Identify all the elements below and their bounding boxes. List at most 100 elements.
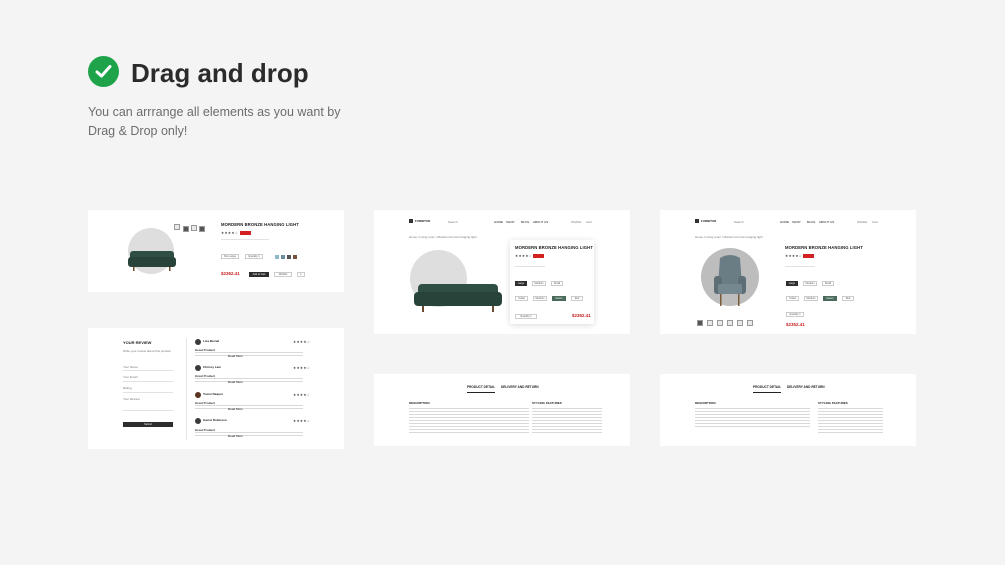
- wishlist-button[interactable]: Wishlist: [274, 272, 292, 277]
- gallery-thumb[interactable]: [747, 320, 753, 326]
- color-option-yellow[interactable]: Yellow: [515, 296, 528, 301]
- gallery-thumb[interactable]: [727, 320, 733, 326]
- gallery-thumb[interactable]: [707, 320, 713, 326]
- rating-stars: ★★★★☆: [515, 254, 533, 258]
- review-stars: ★★★★☆: [293, 419, 311, 423]
- product-price: $2352.41: [221, 271, 240, 276]
- color-option-medium[interactable]: Medium: [804, 296, 818, 301]
- breadcrumb[interactable]: Home / Living room / Mordern bronze hang…: [409, 235, 477, 239]
- review-textarea[interactable]: [123, 410, 173, 411]
- color-option-medium[interactable]: Medium: [533, 296, 547, 301]
- description-text: [695, 408, 810, 429]
- gallery-thumb[interactable]: [737, 320, 743, 326]
- divider: [785, 266, 815, 267]
- product-info-panel: MORDERN BRONZE HANGING LIGHT ★★★★☆ Large…: [510, 240, 594, 324]
- reviewer-name: Garret Robinson: [203, 418, 227, 422]
- color-option-green[interactable]: Green: [823, 296, 837, 301]
- read-more-link[interactable]: Read More: [228, 407, 243, 411]
- submit-button[interactable]: Submit: [123, 422, 173, 427]
- gallery-thumb[interactable]: [697, 320, 703, 326]
- review-label: Your Review: [123, 397, 140, 401]
- tab-product-detail[interactable]: PRODUCT DETAIL: [753, 385, 781, 390]
- rating-select[interactable]: [123, 392, 173, 393]
- color-swatch[interactable]: [275, 254, 279, 259]
- reviewer-name: Lisa Bernal: [203, 339, 220, 343]
- avatar: [195, 339, 201, 345]
- sale-badge: [803, 254, 814, 258]
- gallery-thumb[interactable]: [191, 225, 197, 231]
- product-price: $2352.41: [572, 313, 591, 318]
- nav-shop[interactable]: SHOP: [792, 220, 801, 224]
- gallery-thumb[interactable]: [199, 226, 205, 232]
- size-option-medium[interactable]: Medium: [803, 281, 817, 286]
- size-option-large[interactable]: Large: [515, 281, 527, 286]
- cart-link[interactable]: Cart: [586, 220, 592, 224]
- brand-name: FURNITUR: [701, 218, 717, 223]
- divider: [186, 338, 187, 440]
- color-option-red[interactable]: Red: [842, 296, 854, 301]
- gallery-thumb[interactable]: [717, 320, 723, 326]
- review-stars: ★★★★☆: [293, 340, 311, 344]
- armchair-image: [714, 255, 746, 306]
- styling-features-heading: STYLING FEATURES: [532, 401, 562, 405]
- gallery-thumb[interactable]: [183, 226, 189, 232]
- review-card: YOUR REVIEW Write your review about this…: [88, 328, 344, 449]
- quantity-select[interactable]: Quantity 1: [515, 314, 537, 319]
- product-detail-tabs-alt: PRODUCT DETAIL DELIVERY AND RETURN DESCR…: [660, 374, 916, 446]
- color-option-yellow[interactable]: Yellow: [786, 296, 799, 301]
- brand-logo-icon: [409, 219, 413, 223]
- color-swatch[interactable]: [293, 254, 297, 259]
- email-input[interactable]: [123, 381, 173, 382]
- name-label: Your Name: [123, 365, 138, 369]
- reviewer-name: Tomm Naquet: [203, 392, 223, 396]
- divider: [515, 266, 545, 267]
- quantity-select[interactable]: Quantity 1: [245, 254, 263, 259]
- hero-description: You can arrrange all elements as you wan…: [88, 105, 341, 138]
- breadcrumb[interactable]: Home / Living room / Mordern bronze hang…: [695, 235, 763, 239]
- tab-delivery-return[interactable]: DELIVERY AND RETURN: [501, 385, 539, 390]
- color-option-red[interactable]: Red: [571, 296, 583, 301]
- add-to-cart-button[interactable]: Add to Cart: [249, 272, 269, 277]
- sale-badge: [240, 231, 251, 235]
- gallery-thumb[interactable]: [174, 224, 180, 230]
- review-stars: ★★★★☆: [293, 393, 311, 397]
- nav-home[interactable]: HOME: [494, 220, 503, 224]
- size-option-medium[interactable]: Medium: [532, 281, 546, 286]
- search-input[interactable]: Search: [734, 220, 744, 224]
- nav-blog[interactable]: BLOG: [521, 220, 529, 224]
- size-option-small[interactable]: Small: [822, 281, 834, 286]
- read-more-link[interactable]: Read More: [228, 380, 243, 384]
- read-more-link[interactable]: Read More: [228, 354, 243, 358]
- product-page-sofa: FURNITUR Search HOME SHOP BLOG ABOUT US …: [374, 210, 630, 334]
- nav-blog[interactable]: BLOG: [807, 220, 815, 224]
- wishlist-link[interactable]: Wishlist: [857, 220, 867, 224]
- size-option-small[interactable]: Small: [551, 281, 563, 286]
- rating-stars: ★★★★☆: [785, 254, 803, 258]
- check-circle-icon: [88, 56, 119, 87]
- quantity-select[interactable]: Quantity 1: [786, 312, 804, 317]
- search-input[interactable]: Search: [448, 220, 458, 224]
- product-title: MORDERN BRONZE HANGING LIGHT: [221, 222, 299, 227]
- color-option-green[interactable]: Green: [552, 296, 566, 301]
- tab-delivery-return[interactable]: DELIVERY AND RETURN: [787, 385, 825, 390]
- size-select[interactable]: Size Large: [221, 254, 239, 259]
- color-swatch[interactable]: [281, 254, 285, 259]
- product-compact-card[interactable]: MORDERN BRONZE HANGING LIGHT ★★★★☆ Size …: [88, 210, 344, 292]
- read-more-link[interactable]: Read More: [228, 434, 243, 438]
- review-text: [195, 378, 303, 382]
- tab-product-detail[interactable]: PRODUCT DETAIL: [467, 385, 495, 390]
- styling-features-list: [818, 408, 883, 435]
- cart-link[interactable]: Cart: [872, 220, 878, 224]
- quantity-field[interactable]: 1: [297, 272, 305, 277]
- nav-about[interactable]: ABOUT US: [533, 220, 548, 224]
- active-tab-indicator: [753, 392, 781, 393]
- nav-about[interactable]: ABOUT US: [819, 220, 834, 224]
- nav-shop[interactable]: SHOP: [506, 220, 515, 224]
- size-option-large[interactable]: Large: [786, 281, 798, 286]
- nav-home[interactable]: HOME: [780, 220, 789, 224]
- name-input[interactable]: [123, 370, 173, 371]
- review-heading: YOUR REVIEW: [123, 340, 152, 345]
- color-swatch[interactable]: [287, 254, 291, 259]
- wishlist-link[interactable]: Wishlist: [571, 220, 581, 224]
- product-price: $2352.41: [786, 322, 805, 327]
